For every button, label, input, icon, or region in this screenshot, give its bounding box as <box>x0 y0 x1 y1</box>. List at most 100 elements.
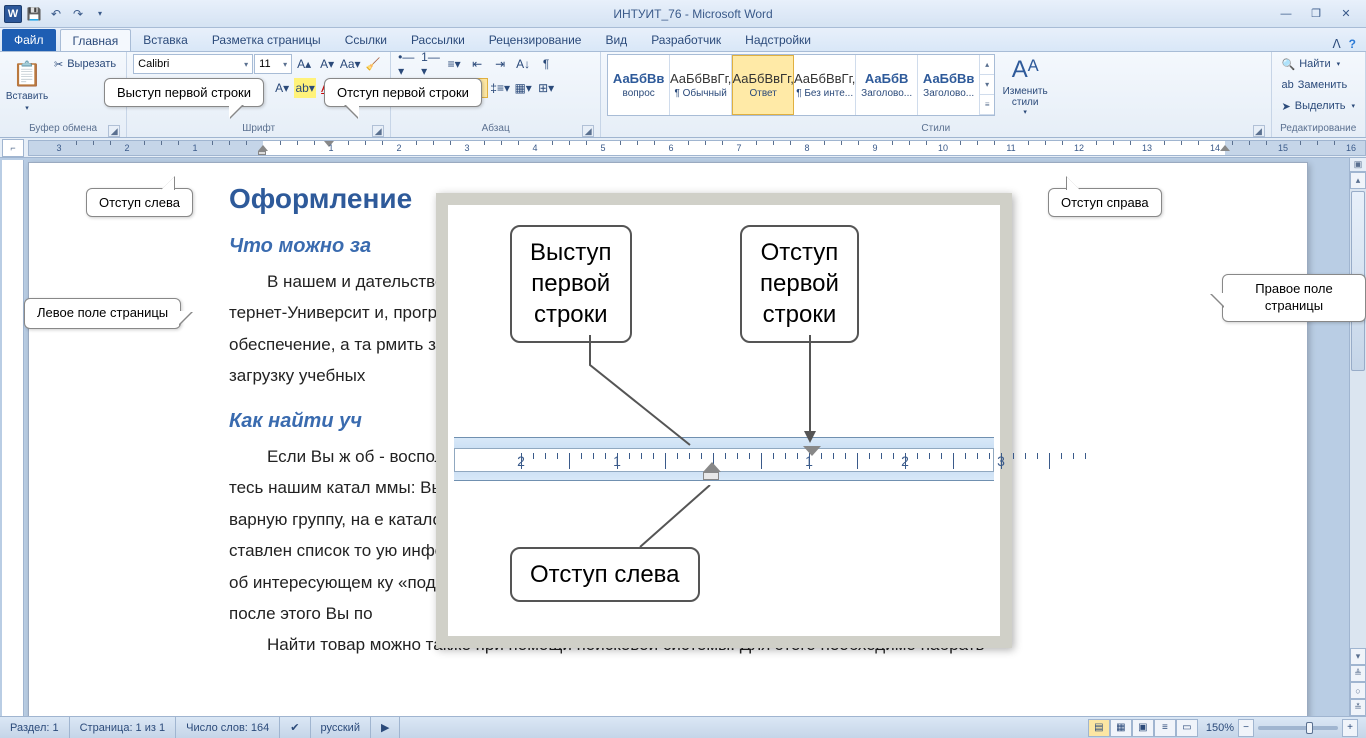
scroll-down-button[interactable]: ▾ <box>1350 648 1366 665</box>
outline-view[interactable]: ≡ <box>1154 719 1176 737</box>
grow-font-button[interactable]: A▴ <box>293 54 315 74</box>
replace-icon: ab <box>1282 79 1294 91</box>
tab-selector[interactable]: ⌐ <box>2 139 24 157</box>
mag-callout-first: Отступ первой строки <box>740 225 859 343</box>
tab-addins[interactable]: Надстройки <box>733 29 823 51</box>
tab-references[interactable]: Ссылки <box>333 29 399 51</box>
tab-view[interactable]: Вид <box>593 29 639 51</box>
sort-button[interactable]: A↓ <box>512 54 534 74</box>
select-button[interactable]: ➤Выделить▾ <box>1278 96 1359 116</box>
group-label-paragraph: Абзац◢ <box>397 123 594 137</box>
line-spacing-button[interactable]: ‡≡▾ <box>489 78 511 98</box>
word-icon[interactable]: W <box>4 5 22 23</box>
tab-insert[interactable]: Вставка <box>131 29 200 51</box>
paste-button[interactable]: 📋 Вставить ▾ <box>6 54 48 118</box>
qat-customize-icon[interactable]: ▾ <box>90 4 110 24</box>
print-layout-view[interactable]: ▤ <box>1088 719 1110 737</box>
clear-formatting-button[interactable]: 🧹 <box>362 54 384 74</box>
zoom-level[interactable]: 150% <box>1206 722 1234 734</box>
tab-review[interactable]: Рецензирование <box>477 29 594 51</box>
group-styles: АаБбВввопрос АаБбВвГг,¶ Обычный АаБбВвГг… <box>601 52 1271 137</box>
group-label-clipboard: Буфер обмена◢ <box>6 123 120 137</box>
left-indent-marker[interactable] <box>258 151 266 155</box>
font-family-combo[interactable]: Calibri▾ <box>133 54 253 74</box>
text-effects-button[interactable]: A▾ <box>271 78 293 98</box>
help-icon[interactable]: ? <box>1349 37 1356 51</box>
zoom-slider-knob[interactable] <box>1306 722 1313 734</box>
status-language[interactable]: русский <box>311 717 371 738</box>
scroll-up-button[interactable]: ▴ <box>1350 172 1366 189</box>
style-item-3[interactable]: АаБбВвГг,¶ Без инте... <box>794 55 856 115</box>
bullets-button[interactable]: •—▾ <box>397 54 419 74</box>
callout-left-indent: Отступ слева <box>86 188 193 217</box>
right-indent-marker[interactable] <box>1220 145 1230 151</box>
style-item-0[interactable]: АаБбВввопрос <box>608 55 670 115</box>
minimize-ribbon-icon[interactable]: ᐱ <box>1332 37 1340 51</box>
cut-button[interactable]: ✂Вырезать <box>50 54 120 74</box>
shrink-font-button[interactable]: A▾ <box>316 54 338 74</box>
restore-button[interactable]: ❐ <box>1302 5 1330 23</box>
styles-expand[interactable]: ≡ <box>980 95 994 115</box>
mag-first-line-marker <box>803 446 821 456</box>
multilevel-button[interactable]: ≡▾ <box>443 54 465 74</box>
horizontal-ruler[interactable]: 3211234567891011121314151617 <box>28 140 1366 156</box>
save-icon[interactable]: 💾 <box>24 4 44 24</box>
tab-developer[interactable]: Разработчик <box>639 29 733 51</box>
style-item-1[interactable]: АаБбВвГг,¶ Обычный <box>670 55 732 115</box>
status-section[interactable]: Раздел: 1 <box>0 717 70 738</box>
magnified-ruler: 21123 <box>454 437 994 481</box>
font-size-combo[interactable]: 11▾ <box>254 54 292 74</box>
redo-icon[interactable]: ↷ <box>68 4 88 24</box>
ruler-toggle[interactable]: ▣ <box>1350 158 1366 172</box>
status-proofing[interactable]: ✔ <box>280 717 310 738</box>
draft-view[interactable]: ▭ <box>1176 719 1198 737</box>
styles-scroll-down[interactable]: ▾ <box>980 75 994 95</box>
paragraph-launcher[interactable]: ◢ <box>582 125 594 137</box>
status-words[interactable]: Число слов: 164 <box>176 717 280 738</box>
find-button[interactable]: 🔍Найти▾ <box>1278 54 1345 74</box>
styles-gallery: АаБбВввопрос АаБбВвГг,¶ Обычный АаБбВвГг… <box>607 54 995 116</box>
mag-left-indent-marker <box>703 472 719 480</box>
tab-file[interactable]: Файл <box>2 29 56 51</box>
prev-page-button[interactable]: ≜ <box>1350 665 1366 682</box>
magnifier-inset: Выступ первой строки Отступ первой строк… <box>436 193 1012 648</box>
undo-icon[interactable]: ↶ <box>46 4 66 24</box>
web-layout-view[interactable]: ▣ <box>1132 719 1154 737</box>
tab-page-layout[interactable]: Разметка страницы <box>200 29 333 51</box>
close-button[interactable]: ✕ <box>1332 5 1360 23</box>
zoom-slider[interactable] <box>1258 726 1338 730</box>
minimize-button[interactable]: — <box>1272 5 1300 23</box>
font-launcher[interactable]: ◢ <box>372 125 384 137</box>
vertical-ruler[interactable] <box>2 160 24 716</box>
status-macro[interactable]: ▶ <box>371 717 400 738</box>
numbering-button[interactable]: 1—▾ <box>420 54 442 74</box>
clipboard-launcher[interactable]: ◢ <box>108 125 120 137</box>
change-case-button[interactable]: Aa▾ <box>339 54 361 74</box>
mag-callout-left: Отступ слева <box>510 547 700 602</box>
styles-launcher[interactable]: ◢ <box>1253 125 1265 137</box>
replace-button[interactable]: abЗаменить <box>1278 75 1352 95</box>
style-item-2[interactable]: АаБбВвГг,Ответ <box>732 55 794 115</box>
browse-object-button[interactable]: ○ <box>1350 682 1366 699</box>
show-marks-button[interactable]: ¶ <box>535 54 557 74</box>
zoom-out-button[interactable]: − <box>1238 719 1254 737</box>
increase-indent-button[interactable]: ⇥ <box>489 54 511 74</box>
tab-home[interactable]: Главная <box>60 29 132 51</box>
status-page[interactable]: Страница: 1 из 1 <box>70 717 177 738</box>
scroll-track[interactable] <box>1350 189 1366 648</box>
change-styles-button[interactable]: Aᴬ Изменить стили ▾ <box>997 54 1053 118</box>
decrease-indent-button[interactable]: ⇤ <box>466 54 488 74</box>
borders-button[interactable]: ⊞▾ <box>535 78 557 98</box>
clipboard-icon: 📋 <box>12 60 42 89</box>
next-page-button[interactable]: ≛ <box>1350 699 1366 716</box>
shading-button[interactable]: ▦▾ <box>512 78 534 98</box>
style-item-5[interactable]: АаБбВвЗаголово... <box>918 55 980 115</box>
full-screen-view[interactable]: ▦ <box>1110 719 1132 737</box>
zoom-in-button[interactable]: + <box>1342 719 1358 737</box>
highlight-button[interactable]: ab▾ <box>294 78 316 98</box>
tab-mailings[interactable]: Рассылки <box>399 29 477 51</box>
quick-access-toolbar: W 💾 ↶ ↷ ▾ <box>0 4 114 24</box>
styles-scroll-up[interactable]: ▴ <box>980 55 994 75</box>
group-label-font: Шрифт◢ <box>133 123 384 137</box>
style-item-4[interactable]: АаБбВЗаголово... <box>856 55 918 115</box>
